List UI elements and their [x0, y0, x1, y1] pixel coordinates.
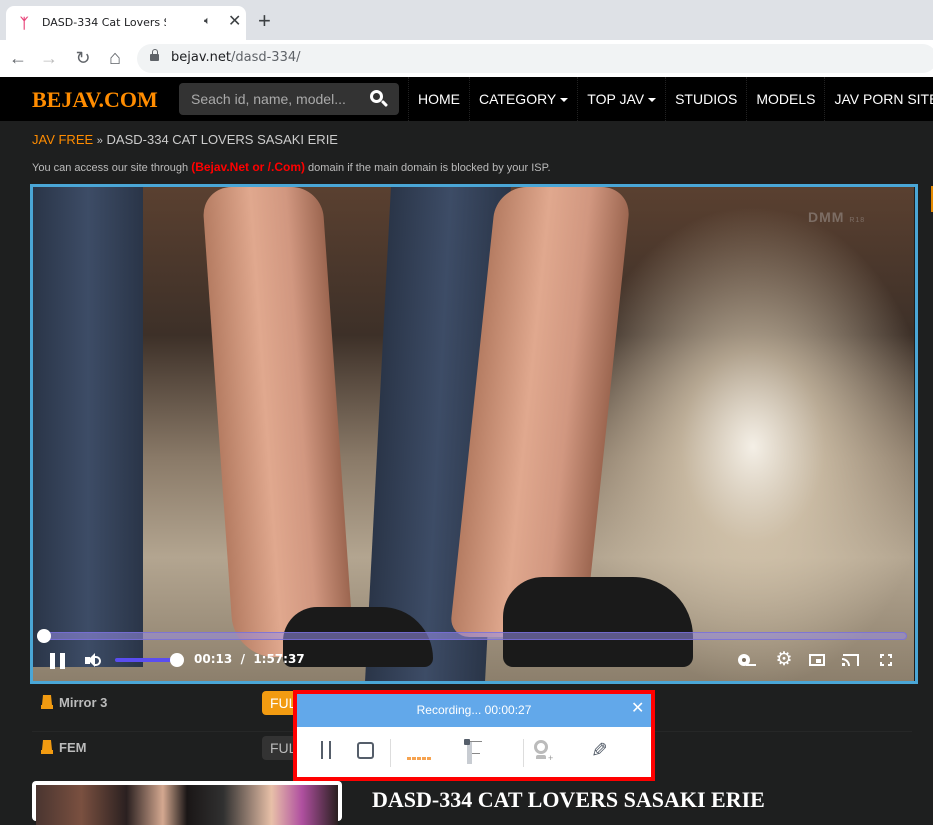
reload-icon[interactable]: ↻ [72, 47, 94, 69]
site-header: BEJAV.COM HOME CATEGORY TOP JAV STUDIOS … [0, 77, 933, 121]
nav-jav-porn-sites[interactable]: JAV PORN SITES [824, 77, 933, 121]
site-favicon-icon: ᛉ [20, 15, 29, 31]
nav-home[interactable]: HOME [408, 77, 469, 121]
search-input[interactable] [179, 83, 359, 115]
divider [523, 739, 524, 767]
recorder-toolbar: + ✎ [297, 727, 651, 777]
annotate-pen-icon[interactable]: ✎ [591, 739, 608, 763]
address-bar[interactable]: bejav.net/dasd-334/ [137, 44, 933, 73]
server-icon [41, 695, 53, 709]
recorder-header[interactable]: Recording... 00:00:27 ✕ [297, 694, 651, 727]
speaker-icon[interactable]: 🔈︎ [204, 15, 211, 28]
nav-top-jav[interactable]: TOP JAV [577, 77, 665, 121]
search-icon[interactable] [369, 89, 389, 109]
nav-studios[interactable]: STUDIOS [665, 77, 746, 121]
url-text[interactable]: bejav.net/dasd-334/ [171, 50, 301, 65]
mirror-name: FEM [59, 740, 87, 755]
lock-icon[interactable] [150, 49, 159, 63]
stop-icon[interactable] [357, 742, 374, 759]
cursor-icon[interactable] [464, 739, 484, 765]
browser-toolbar: ← → ↻ ⌂ bejav.net/dasd-334/ [0, 40, 933, 77]
browser-tabstrip: ᛉ DASD-334 Cat Lovers Sasaki Erie 🔈︎ ✕ + [0, 0, 933, 40]
screen-recorder-panel: Recording... 00:00:27 ✕ + ✎ [293, 690, 655, 781]
close-icon[interactable]: ✕ [631, 700, 644, 718]
pause-icon[interactable] [319, 741, 333, 761]
back-arrow-icon[interactable]: ← [7, 47, 29, 69]
recording-region-outline [30, 184, 918, 684]
site-logo[interactable]: BEJAV.COM [32, 87, 158, 113]
tab-title: DASD-334 Cat Lovers Sasaki Erie [42, 16, 166, 29]
nav-category[interactable]: CATEGORY [469, 77, 577, 121]
notice-text: You can access our site through [32, 162, 192, 174]
recording-status: Recording... 00:00:27 [416, 703, 532, 717]
caret-down-icon [560, 98, 569, 103]
forward-arrow-icon[interactable]: → [38, 47, 60, 69]
breadcrumb-current: DASD-334 CAT LOVERS SASAKI ERIE [106, 132, 338, 147]
notice-domains: (Bejav.Net or /.Com) [191, 160, 305, 174]
divider [390, 739, 391, 767]
movie-title: DASD-334 CAT LOVERS SASAKI ERIE [372, 787, 765, 812]
new-tab-plus-icon[interactable]: + [258, 10, 271, 32]
home-icon[interactable]: ⌂ [104, 47, 126, 69]
server-icon [41, 740, 53, 754]
search-box [179, 83, 399, 115]
breadcrumb-separator: » [96, 135, 103, 147]
poster-image [36, 785, 338, 825]
close-icon[interactable]: ✕ [228, 12, 241, 32]
nav-models[interactable]: MODELS [746, 77, 824, 121]
breadcrumb-home-link[interactable]: JAV FREE [32, 132, 93, 147]
notice-text-end: domain if the main domain is blocked by … [305, 162, 551, 174]
webcam-icon[interactable]: + [533, 740, 555, 764]
browser-tab[interactable]: ᛉ DASD-334 Cat Lovers Sasaki Erie 🔈︎ ✕ [6, 6, 246, 40]
movie-poster[interactable] [32, 781, 342, 825]
audio-level-icon[interactable] [407, 757, 431, 760]
domain-notice: You can access our site through (Bejav.N… [32, 160, 551, 174]
caret-down-icon [648, 98, 657, 103]
mirror-name: Mirror 3 [59, 695, 108, 710]
main-nav: HOME CATEGORY TOP JAV STUDIOS MODELS JAV… [408, 77, 933, 121]
breadcrumb: JAV FREE » DASD-334 CAT LOVERS SASAKI ER… [32, 132, 338, 147]
